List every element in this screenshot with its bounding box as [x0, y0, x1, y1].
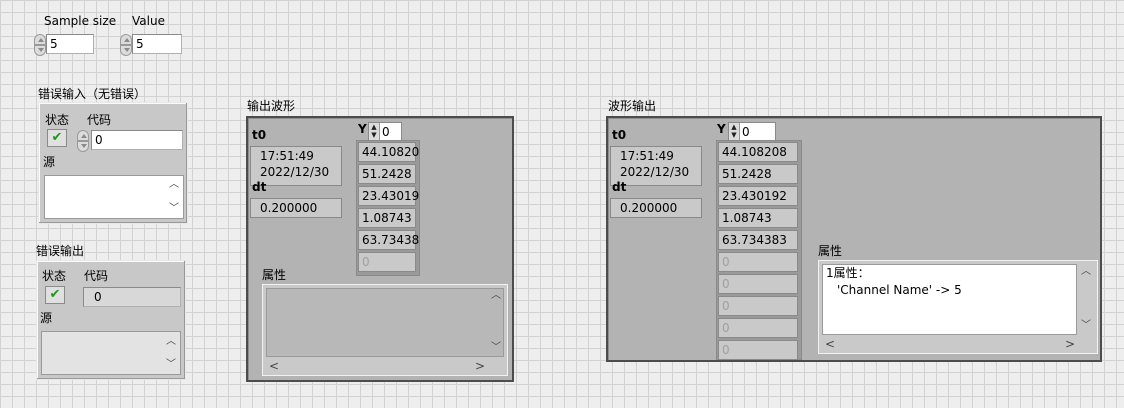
decrement-icon[interactable] — [77, 141, 89, 152]
attributes-indicator: ︿ ﹀ < > — [262, 284, 508, 376]
scroll-right-icon[interactable]: > — [475, 360, 485, 372]
scroll-up-icon[interactable]: ︿ — [1081, 267, 1091, 277]
y-label: Y — [717, 122, 726, 136]
scroll-right-icon[interactable]: > — [1065, 338, 1075, 350]
code-spinner[interactable] — [77, 130, 89, 152]
y-element: 51.2428 — [358, 164, 416, 184]
decrement-icon[interactable] — [120, 45, 132, 56]
y-element: 0 — [718, 340, 798, 360]
y-element: 63.73438 — [358, 230, 419, 250]
attributes-content — [266, 288, 504, 357]
source-indicator: ︿ ﹀ — [41, 331, 181, 375]
scroll-down-icon[interactable]: ﹀ — [166, 360, 176, 370]
dt-indicator: 0.200000 — [610, 198, 702, 218]
y-index-control[interactable]: ▲ ▼ 0 — [728, 122, 776, 142]
attributes-content: 1属性： 'Channel Name' -> 5 — [822, 264, 1077, 335]
y-element: 0 — [718, 318, 798, 338]
y-element: 63.734383 — [718, 230, 798, 250]
decrement-icon[interactable] — [34, 45, 46, 56]
scroll-up-icon[interactable]: ︿ — [169, 180, 179, 190]
attributes-line1: 1属性： — [826, 266, 870, 280]
y-index-value: 0 — [382, 125, 390, 139]
source-label: 源 — [40, 311, 53, 325]
dt-label: dt — [252, 180, 267, 194]
y-element: 0 — [718, 252, 798, 272]
y-element: 44.108208 — [718, 142, 798, 162]
y-element: 0 — [358, 252, 416, 272]
index-spinner-icon[interactable]: ▲ ▼ — [729, 123, 740, 141]
dt-label: dt — [612, 180, 627, 194]
y-element: 1.08743 — [358, 208, 416, 228]
error-in-cluster: 状态 代码 ✔ 0 源 ︿ ﹀ — [38, 102, 188, 224]
date-value: 2022/12/30 — [620, 165, 690, 179]
scroll-left-icon[interactable]: < — [269, 360, 279, 372]
increment-icon[interactable] — [34, 34, 46, 45]
t0-label: t0 — [612, 128, 627, 142]
source-label: 源 — [43, 155, 56, 169]
waveform-out-title: 输出波形 — [247, 99, 296, 113]
y-element: 51.2428 — [718, 164, 798, 184]
status-checkmark-icon[interactable]: ✔ — [47, 129, 67, 147]
y-index-control[interactable]: ▲ ▼ 0 — [368, 122, 402, 142]
y-array: 44.108208 51.2428 23.430192 1.08743 63.7… — [716, 140, 802, 360]
y-index-value: 0 — [742, 125, 750, 139]
increment-icon[interactable] — [120, 34, 132, 45]
value-label: Value — [132, 14, 165, 28]
waveform-out-panel: t0 17:51:49 2022/12/30 dt 0.200000 Y ▲ ▼ … — [246, 116, 514, 382]
error-out-title: 错误输出 — [36, 244, 85, 258]
y-element: 44.10820 — [358, 142, 419, 162]
y-label: Y — [358, 122, 367, 136]
scroll-left-icon[interactable]: < — [825, 338, 835, 350]
attributes-label: 属性 — [818, 244, 843, 258]
status-checkmark-icon: ✔ — [45, 286, 65, 304]
waveform-out2-title: 波形输出 — [608, 99, 657, 113]
increment-icon[interactable] — [77, 130, 89, 141]
y-element: 0 — [718, 274, 798, 294]
attributes-indicator: 1属性： 'Channel Name' -> 5 ︿ ﹀ < > — [818, 260, 1098, 354]
status-label: 状态 — [45, 113, 70, 127]
scroll-up-icon[interactable]: ︿ — [491, 291, 501, 301]
t0-label: t0 — [252, 128, 267, 142]
value-input[interactable]: 5 — [132, 34, 182, 54]
date-value: 2022/12/30 — [260, 165, 330, 179]
index-spinner-icon[interactable]: ▲ ▼ — [369, 123, 380, 141]
source-textarea[interactable]: ︿ ﹀ — [44, 175, 184, 219]
code-input[interactable]: 0 — [91, 130, 183, 150]
attributes-label: 属性 — [262, 268, 287, 282]
scroll-down-icon[interactable]: ﹀ — [169, 204, 179, 214]
code-label: 代码 — [87, 113, 112, 127]
dt-indicator: 0.200000 — [250, 198, 342, 218]
attributes-line2: 'Channel Name' -> 5 — [837, 283, 962, 297]
status-label: 状态 — [42, 269, 67, 283]
y-element: 0 — [718, 296, 798, 316]
scroll-down-icon[interactable]: ﹀ — [1081, 321, 1091, 331]
sample-size-label: Sample size — [44, 14, 117, 28]
sample-size-spinner[interactable] — [34, 34, 46, 56]
error-out-cluster: 状态 代码 ✔ 0 源 ︿ ﹀ — [36, 260, 186, 380]
y-array: 44.10820 51.2428 23.43019 1.08743 63.734… — [356, 140, 420, 276]
sample-size-input[interactable]: 5 — [46, 34, 94, 54]
value-spinner[interactable] — [120, 34, 132, 56]
error-in-title: 错误输入（无错误） — [38, 87, 147, 101]
y-element: 1.08743 — [718, 208, 798, 228]
waveform-out2-panel: t0 17:51:49 2022/12/30 dt 0.200000 Y ▲ ▼ … — [606, 116, 1102, 362]
code-label: 代码 — [84, 269, 109, 283]
y-element: 23.430192 — [718, 186, 798, 206]
y-element: 23.43019 — [358, 186, 419, 206]
scroll-down-icon[interactable]: ﹀ — [491, 343, 501, 353]
scroll-up-icon[interactable]: ︿ — [166, 337, 176, 347]
code-indicator: 0 — [83, 287, 181, 307]
